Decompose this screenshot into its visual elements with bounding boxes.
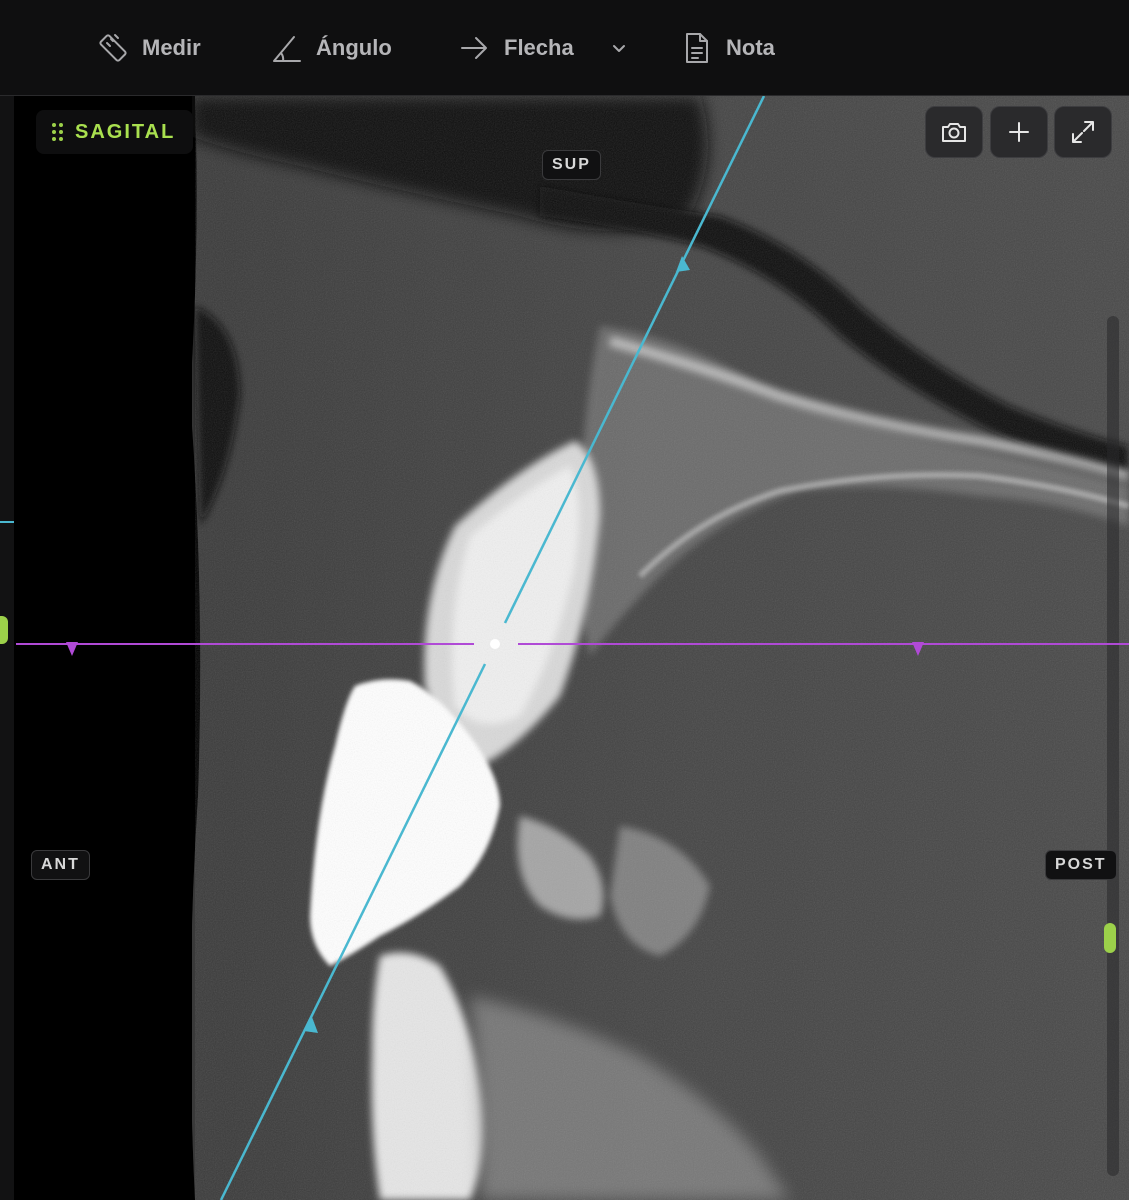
- orientation-posterior: POST: [1045, 850, 1117, 880]
- fullscreen-button[interactable]: [1054, 106, 1112, 158]
- camera-icon: [942, 123, 966, 142]
- annotation-toolbar: Medir Ángulo Flecha Nota: [0, 0, 1129, 96]
- arrow-options-dropdown[interactable]: [607, 36, 631, 60]
- reference-lines-overlay: [0, 96, 1129, 1200]
- drag-handle-icon[interactable]: [52, 123, 63, 141]
- cbct-viewer: Medir Ángulo Flecha Nota SAGITAL SUP ANT…: [0, 0, 1129, 1200]
- measure-tool-label: Medir: [142, 35, 201, 60]
- reference-center-point: [490, 639, 500, 649]
- orientation-superior: SUP: [542, 150, 601, 180]
- chevron-down-icon: [613, 45, 625, 52]
- arrow-tool-label: Flecha: [504, 35, 574, 60]
- arrow-tool-button[interactable]: Flecha: [458, 28, 574, 68]
- document-icon: [686, 33, 708, 63]
- angle-icon: [273, 36, 301, 62]
- axial-line-marker-right: [912, 642, 924, 656]
- add-button[interactable]: [990, 106, 1048, 158]
- view-label[interactable]: SAGITAL: [36, 110, 194, 154]
- ruler-icon: [99, 34, 127, 62]
- orientation-anterior: ANT: [31, 850, 90, 880]
- tooth-axis-line-lower: [219, 663, 487, 1200]
- note-tool-button[interactable]: Nota: [680, 28, 775, 68]
- plus-icon: [1009, 122, 1029, 142]
- view-name: SAGITAL: [75, 120, 176, 143]
- expand-icon: [1072, 121, 1094, 143]
- snapshot-button[interactable]: [925, 106, 983, 158]
- axis-marker-upper: [676, 256, 690, 272]
- sagittal-viewport[interactable]: SAGITAL SUP ANT POST: [0, 96, 1129, 1200]
- arrow-right-icon: [461, 37, 487, 59]
- note-tool-label: Nota: [726, 35, 775, 60]
- measure-tool-button[interactable]: Medir: [96, 28, 201, 68]
- axial-line-marker-left: [66, 642, 78, 656]
- angle-tool-button[interactable]: Ángulo: [270, 28, 392, 68]
- angle-tool-label: Ángulo: [316, 35, 392, 60]
